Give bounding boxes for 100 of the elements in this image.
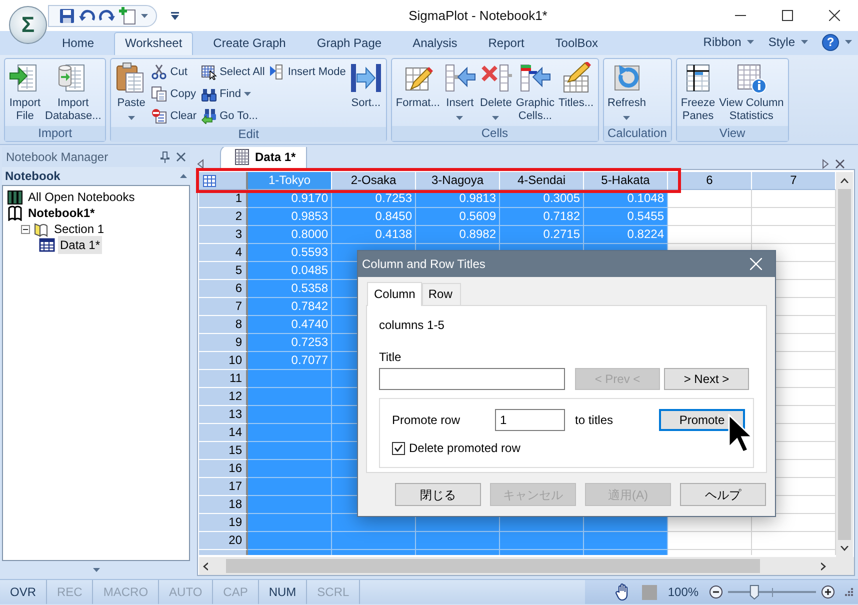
row-header: 17 (199, 478, 248, 496)
promote-button[interactable]: Promote (659, 409, 745, 431)
table-cell: 0.4138 (332, 226, 416, 244)
panel-title: Notebook Manager (6, 149, 110, 166)
status-indicator: MACRO (93, 580, 160, 604)
field-label: Title (379, 349, 402, 366)
scope-text: columns 1-5 (379, 317, 446, 334)
ribbon-button[interactable]: Delete (478, 61, 514, 121)
ribbon-button[interactable]: Format... (394, 61, 442, 111)
status-indicator: AUTO (159, 580, 214, 604)
ribbon-button[interactable]: View Column Statistics (717, 61, 786, 124)
ribbon-button[interactable]: Sort... (348, 61, 384, 111)
table-cell: 0.5609 (416, 208, 500, 226)
ribbon-button[interactable]: Refresh (606, 61, 648, 121)
table-cell: 0.7842 (248, 298, 332, 316)
ribbon-tab[interactable]: Analysis (402, 32, 468, 55)
table-cell: 0.0485 (248, 262, 332, 280)
ribbon-button[interactable]: Insert (442, 61, 478, 121)
ribbon-button[interactable]: Cut (149, 61, 199, 83)
table-cell: 0.5593 (248, 244, 332, 262)
row-header: 2 (199, 208, 248, 226)
dialog-tab[interactable]: Row (422, 283, 462, 305)
table-cell: 0.5358 (248, 280, 332, 298)
table-cell: 0.5455 (584, 208, 668, 226)
group-label: Edit (111, 127, 386, 142)
ribbon-button[interactable]: Clear (149, 105, 199, 127)
row-header: 4 (199, 244, 248, 262)
ribbon-menu[interactable]: Style (768, 33, 795, 51)
ribbon-tab[interactable]: Graph Page (306, 32, 393, 55)
row-header: 5 (199, 262, 248, 280)
status-indicator: NUM (258, 580, 308, 604)
document-tab[interactable]: Data 1* (220, 147, 307, 169)
status-indicator: OVR (0, 580, 48, 604)
row-header: 6 (199, 280, 248, 298)
tree-item[interactable]: Data 1* (58, 236, 102, 254)
tree-item[interactable]: Notebook1* (26, 204, 97, 222)
row-header: 12 (199, 388, 248, 406)
table-cell: 0.7253 (248, 334, 332, 352)
column-header[interactable]: 5-Hakata (584, 172, 668, 190)
table-cell: 0.7077 (248, 352, 332, 370)
field-label: Promote row (392, 412, 462, 429)
row-header: 13 (199, 406, 248, 424)
column-header[interactable]: 3-Nagoya (416, 172, 500, 190)
ribbon-button[interactable]: Freeze Panes (678, 61, 718, 124)
dialog-button[interactable]: ヘルプ (680, 483, 766, 506)
ribbon-button[interactable]: Import File (7, 61, 43, 124)
table-cell: 0.4740 (248, 316, 332, 334)
ribbon-button[interactable]: Go To... (198, 105, 267, 127)
ribbon-tab[interactable]: Create Graph (202, 32, 297, 55)
ribbon-tab[interactable]: Home (51, 32, 106, 55)
column-header[interactable]: 6 (668, 172, 752, 190)
table-cell: 0.8000 (248, 226, 332, 244)
window-title: SigmaPlot - Notebook1* (408, 6, 548, 25)
status-indicator: CAP (213, 580, 259, 604)
column-header[interactable]: 4-Sendai (500, 172, 584, 190)
group-label: Import (5, 126, 106, 141)
column-header[interactable]: 2-Osaka (332, 172, 416, 190)
help-button[interactable]: ? (822, 34, 839, 50)
dialog-button[interactable]: 閉じる (395, 483, 481, 506)
ribbon-button[interactable]: Copy (149, 83, 199, 105)
nav-button[interactable]: > Next > (664, 368, 749, 390)
zoom-level: 100% (668, 584, 699, 601)
row-header: 7 (199, 298, 248, 316)
row-header: 18 (199, 496, 248, 514)
row-header: 15 (199, 442, 248, 460)
row-header: 3 (199, 226, 248, 244)
ribbon-button[interactable]: Paste (113, 61, 150, 121)
ribbon-button[interactable]: Import Database... (43, 61, 104, 124)
row-header: 10 (199, 352, 248, 370)
table-cell: 0.8224 (584, 226, 668, 244)
ribbon-button[interactable]: Select All (198, 61, 267, 83)
table-cell: 0.2715 (500, 226, 584, 244)
tree-item[interactable]: Section 1 (52, 220, 106, 238)
promote-row-field[interactable]: 1 (495, 409, 565, 431)
dialog-title: Column and Row Titles (362, 256, 486, 273)
tree-item[interactable]: All Open Notebooks (26, 188, 137, 206)
ribbon-tab[interactable]: ToolBox (544, 32, 609, 55)
table-cell: 0.8982 (416, 226, 500, 244)
group-label: View (676, 126, 788, 141)
row-header: 16 (199, 460, 248, 478)
group-label: Calculation (604, 126, 671, 141)
column-header[interactable]: 7 (752, 172, 836, 190)
status-indicator: REC (47, 580, 94, 604)
row-header: 8 (199, 316, 248, 334)
ribbon-menu[interactable]: Ribbon (703, 33, 742, 51)
status-indicator: SCRL (307, 580, 360, 604)
field-label: to titles (575, 412, 614, 429)
ribbon-tab[interactable]: Report (477, 32, 536, 55)
app-menu-button[interactable]: Σ (9, 6, 47, 44)
ribbon-button[interactable]: Graphic Cells... (514, 61, 556, 124)
ribbon-button[interactable]: Titles... (556, 61, 596, 111)
dialog-tab[interactable]: Column (367, 282, 422, 306)
table-cell: 0.7182 (500, 208, 584, 226)
row-header: 20 (199, 532, 248, 550)
ribbon-button[interactable]: Insert Mode (266, 61, 348, 83)
table-cell: 0.9853 (248, 208, 332, 226)
row-header: 11 (199, 370, 248, 388)
ribbon-tab[interactable]: Worksheet (114, 32, 194, 55)
ribbon-button[interactable]: Find (198, 83, 267, 105)
group-label: Cells (392, 126, 598, 141)
